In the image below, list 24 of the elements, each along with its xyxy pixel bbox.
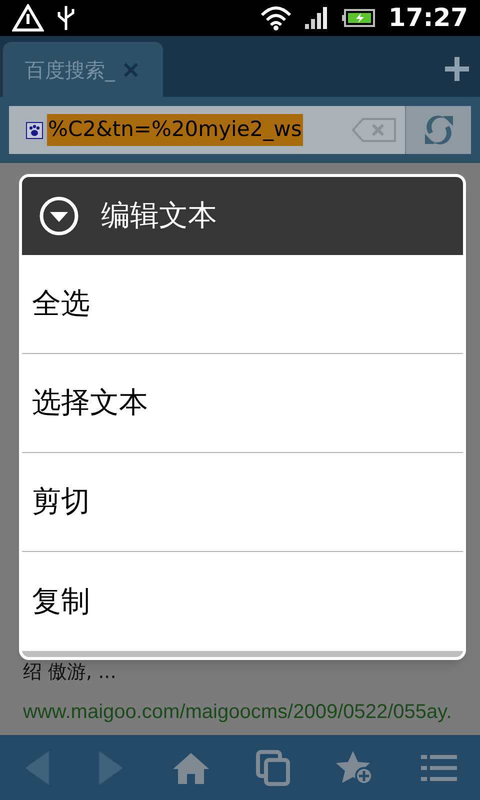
address-field[interactable]: %C2&tn=%20myie2_ws [9,106,405,154]
menu-icon[interactable] [420,752,457,782]
windows-icon[interactable] [256,750,290,786]
menu-item[interactable]: 剪切 [22,453,463,552]
forward-icon[interactable] [97,748,126,786]
warning-icon [12,4,44,32]
home-icon[interactable] [172,750,210,784]
dropdown-circle-icon [39,196,79,236]
refresh-button[interactable] [405,106,471,154]
paw-icon [26,122,43,138]
close-icon[interactable] [123,62,139,78]
clock: 17:27 [388,2,468,34]
result-snippet: 绍 傲游, ... [23,660,116,685]
dialog-title: 编辑文本 [101,197,217,234]
clear-icon[interactable] [351,117,397,143]
wifi-icon [260,5,292,31]
back-icon[interactable] [23,748,52,786]
menu-item[interactable]: 选择文本 [22,354,463,453]
menu-item[interactable]: 全选 [22,255,463,354]
battery-icon [342,8,376,28]
usb-icon [56,4,76,32]
url-text: %C2&tn=%20myie2_ws [47,114,303,146]
menu-item[interactable]: 复制 [22,552,463,651]
new-tab-icon[interactable] [444,56,470,82]
